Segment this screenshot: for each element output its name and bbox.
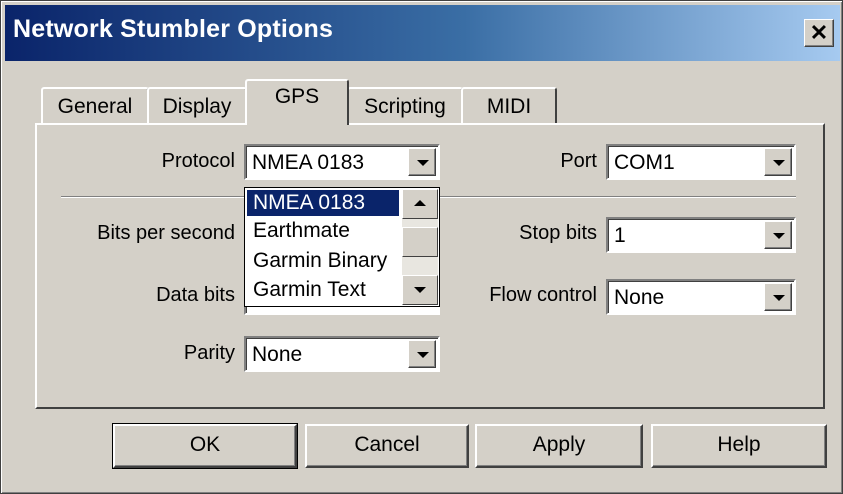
- scroll-down-icon: [414, 287, 426, 293]
- help-button-label: Help: [717, 433, 761, 456]
- port-value: COM1: [614, 151, 675, 174]
- apply-button[interactable]: Apply: [475, 424, 643, 468]
- port-label: Port: [560, 150, 597, 172]
- chevron-down-icon: [773, 295, 785, 301]
- flow-control-select[interactable]: None: [606, 279, 796, 315]
- parity-dropdown-button[interactable]: [408, 340, 436, 368]
- chevron-down-icon: [417, 352, 429, 358]
- protocol-label: Protocol: [161, 150, 235, 172]
- stop-bits-select[interactable]: 1: [606, 217, 796, 253]
- protocol-option-nmea-0183[interactable]: NMEA 0183: [247, 190, 399, 216]
- tab-gps-label: GPS: [274, 85, 320, 108]
- cancel-button-label: Cancel: [354, 433, 420, 456]
- tab-display-label: Display: [162, 95, 232, 118]
- scroll-up-button[interactable]: [402, 189, 438, 219]
- help-button[interactable]: Help: [651, 424, 827, 468]
- protocol-option-garmin-text[interactable]: Garmin Text: [247, 277, 399, 303]
- protocol-value: NMEA 0183: [252, 151, 365, 174]
- apply-button-label: Apply: [532, 433, 586, 456]
- parity-label: Parity: [183, 342, 235, 364]
- close-button[interactable]: ✕: [804, 19, 834, 47]
- flow-control-dropdown-button[interactable]: [764, 283, 792, 311]
- port-select[interactable]: COM1: [606, 144, 796, 180]
- parity-select[interactable]: None: [244, 336, 440, 372]
- cancel-button[interactable]: Cancel: [305, 424, 469, 468]
- chevron-down-icon: [773, 233, 785, 239]
- bits-per-second-label: Bits per second: [97, 222, 235, 244]
- tab-scripting[interactable]: Scripting: [347, 87, 463, 125]
- flow-control-value: None: [614, 286, 665, 309]
- flow-control-label: Flow control: [489, 284, 597, 306]
- data-bits-label: Data bits: [156, 284, 235, 306]
- port-dropdown-button[interactable]: [764, 148, 792, 176]
- stop-bits-label: Stop bits: [519, 222, 597, 244]
- close-icon: ✕: [809, 20, 829, 45]
- protocol-option-garmin-binary[interactable]: Garmin Binary: [247, 248, 399, 274]
- ok-button[interactable]: OK: [112, 423, 298, 469]
- chevron-down-icon: [773, 160, 785, 166]
- tab-scripting-label: Scripting: [364, 95, 446, 118]
- parity-value: None: [252, 343, 303, 366]
- ok-button-label: OK: [189, 433, 221, 456]
- protocol-dropdown-list: NMEA 0183 Earthmate Garmin Binary Garmin…: [244, 187, 440, 307]
- tab-midi-label: MIDI: [486, 95, 532, 118]
- dropdown-scrollbar[interactable]: [402, 189, 438, 305]
- protocol-option-earthmate[interactable]: Earthmate: [247, 218, 399, 244]
- tab-general-label: General: [57, 95, 133, 118]
- protocol-select[interactable]: NMEA 0183: [244, 144, 440, 180]
- window-title: Network Stumbler Options: [13, 15, 334, 43]
- protocol-dropdown-button[interactable]: [408, 148, 436, 176]
- options-dialog: Network Stumbler Options ✕ General Displ…: [0, 0, 843, 494]
- chevron-down-icon: [417, 160, 429, 166]
- scroll-down-button[interactable]: [402, 275, 438, 305]
- stop-bits-dropdown-button[interactable]: [764, 221, 792, 249]
- title-bar[interactable]: Network Stumbler Options ✕: [5, 5, 840, 61]
- scroll-thumb[interactable]: [402, 227, 438, 257]
- scroll-up-icon: [414, 200, 426, 206]
- tab-general[interactable]: General: [41, 87, 149, 125]
- tab-midi[interactable]: MIDI: [461, 87, 557, 125]
- tab-gps[interactable]: GPS: [245, 79, 349, 125]
- tab-display[interactable]: Display: [147, 87, 247, 125]
- stop-bits-value: 1: [614, 224, 626, 247]
